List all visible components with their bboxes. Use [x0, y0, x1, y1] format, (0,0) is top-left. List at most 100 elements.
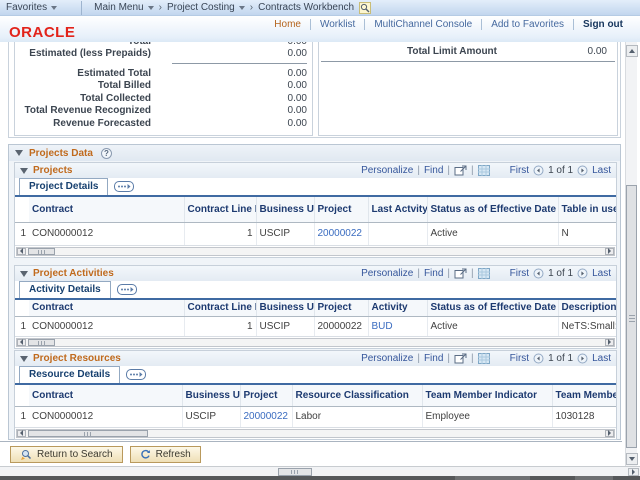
collapse-grid-icon[interactable] — [20, 356, 28, 362]
next-row-icon[interactable] — [577, 353, 588, 364]
view-all-icon[interactable] — [454, 165, 467, 176]
scroll-thumb[interactable] — [28, 430, 148, 437]
grid-hscrollbar[interactable] — [16, 247, 615, 256]
show-all-columns-icon[interactable] — [117, 284, 137, 295]
download-icon[interactable] — [478, 268, 490, 279]
previous-row-icon[interactable] — [533, 268, 544, 279]
separator: | — [417, 268, 420, 279]
scroll-right-icon[interactable] — [605, 248, 614, 255]
collapse-grid-icon[interactable] — [20, 271, 28, 277]
taskbar-segment — [455, 476, 530, 480]
button-label: Return to Search — [37, 449, 113, 460]
scroll-up-icon[interactable] — [626, 45, 638, 57]
nav-link-worklist[interactable]: Worklist — [311, 19, 364, 30]
grid-title: Project Resources — [33, 353, 121, 364]
scroll-left-icon[interactable] — [17, 430, 26, 437]
tab-resource-details[interactable]: Resource Details — [19, 366, 120, 383]
personalize-link[interactable]: Personalize — [361, 268, 413, 279]
show-all-columns-icon[interactable] — [114, 181, 134, 192]
download-icon[interactable] — [478, 353, 490, 364]
nav-link-sign-out[interactable]: Sign out — [574, 19, 632, 30]
first-link[interactable]: First — [510, 268, 529, 279]
project-link[interactable]: 20000022 — [318, 228, 363, 239]
last-link[interactable]: Last — [592, 165, 611, 176]
first-link[interactable]: First — [510, 165, 529, 176]
help-icon[interactable]: ? — [101, 148, 112, 159]
crumb-label: Project Costing — [167, 2, 235, 13]
show-all-columns-icon[interactable] — [126, 369, 146, 380]
collapse-section-icon[interactable] — [15, 150, 23, 156]
nav-link-add-to-favorites[interactable]: Add to Favorites — [482, 19, 573, 30]
find-link[interactable]: Find — [424, 353, 443, 364]
previous-row-icon[interactable] — [533, 165, 544, 176]
horizontal-scrollbar[interactable] — [0, 466, 640, 476]
section-title: Projects Data — [29, 148, 93, 159]
next-row-icon[interactable] — [577, 268, 588, 279]
projects-grid: Projects Personalize | Find | | First 1 … — [14, 162, 617, 258]
project-link[interactable]: 20000022 — [244, 411, 289, 422]
favorites-menu[interactable]: Favorites — [6, 2, 57, 13]
cell-team-member: 1030128 — [552, 406, 616, 427]
taskbar-strip — [0, 476, 640, 480]
separator: | — [447, 268, 450, 279]
find-link[interactable]: Find — [424, 165, 443, 176]
col-contract: Contract — [29, 197, 184, 222]
table-row: 1 CON0000012 USCIP 20000022 Labor Employ… — [15, 406, 616, 427]
refresh-button[interactable]: Refresh — [130, 446, 201, 463]
grid-title: Projects — [33, 165, 72, 176]
next-row-icon[interactable] — [577, 165, 588, 176]
scroll-left-icon[interactable] — [17, 248, 26, 255]
horizontal-scroll-thumb[interactable] — [278, 468, 312, 476]
crumb-contracts-workbench[interactable]: Contracts Workbench — [258, 2, 354, 13]
total-label: Estimated (less Prepaids) — [15, 48, 157, 59]
scroll-down-icon[interactable] — [626, 453, 638, 465]
scroll-left-icon[interactable] — [17, 339, 26, 346]
first-link[interactable]: First — [510, 353, 529, 364]
scroll-right-icon[interactable] — [605, 430, 614, 437]
total-value: 0.00 — [157, 68, 312, 79]
personalize-link[interactable]: Personalize — [361, 165, 413, 176]
grid-hscrollbar[interactable] — [16, 338, 615, 347]
main-menu[interactable]: Main Menu — [94, 2, 153, 13]
cell-contract: CON0000012 — [29, 222, 184, 245]
col-team-member: Team Member — [552, 385, 616, 406]
total-label: Total Billed — [15, 80, 157, 91]
col-status: Status as of Effective Date — [427, 197, 558, 222]
projects-table: Contract Contract Line Num Business Unit… — [15, 197, 616, 246]
return-to-search-button[interactable]: Return to Search — [10, 446, 123, 463]
last-link[interactable]: Last — [592, 268, 611, 279]
previous-row-icon[interactable] — [533, 353, 544, 364]
separator: | — [471, 353, 474, 364]
find-link[interactable]: Find — [424, 268, 443, 279]
tab-bar: Resource Details — [15, 366, 616, 385]
tab-activity-details[interactable]: Activity Details — [19, 281, 111, 298]
scroll-right-icon[interactable] — [605, 339, 614, 346]
scroll-thumb[interactable] — [28, 248, 55, 255]
grid-header: Project Resources Personalize | Find | |… — [15, 351, 616, 366]
tab-project-details[interactable]: Project Details — [19, 178, 108, 195]
vertical-scroll-thumb[interactable] — [626, 185, 637, 448]
view-all-icon[interactable] — [454, 268, 467, 279]
activity-link[interactable]: BUD — [372, 321, 393, 332]
download-icon[interactable] — [478, 165, 490, 176]
vertical-scrollbar[interactable] — [625, 42, 637, 466]
col-last-activity-id: Last Actvity ID — [368, 197, 427, 222]
personalize-link[interactable]: Personalize — [361, 353, 413, 364]
crumb-project-costing[interactable]: Project Costing — [167, 2, 245, 13]
cell-status: Active — [427, 222, 558, 245]
col-project: Project — [240, 385, 292, 406]
nav-link-multichannel-console[interactable]: MultiChannel Console — [365, 19, 481, 30]
nav-link-home[interactable]: Home — [265, 19, 310, 30]
totals-row: Total Revenue Recognized 0.00 — [15, 105, 312, 118]
col-business-unit: Business Unit — [182, 385, 240, 406]
search-icon[interactable] — [359, 2, 371, 14]
scroll-right-icon[interactable] — [628, 468, 639, 476]
grid-hscrollbar[interactable] — [16, 429, 615, 438]
cell-row-num: 1 — [15, 222, 29, 245]
scroll-thumb[interactable] — [28, 339, 55, 346]
last-link[interactable]: Last — [592, 353, 611, 364]
contracts-workbench-page: Favorites Main Menu › Project Costing › … — [0, 0, 640, 480]
view-all-icon[interactable] — [454, 353, 467, 364]
totals-row: Revenue Forecasted 0.00 — [15, 117, 312, 130]
collapse-grid-icon[interactable] — [20, 168, 28, 174]
